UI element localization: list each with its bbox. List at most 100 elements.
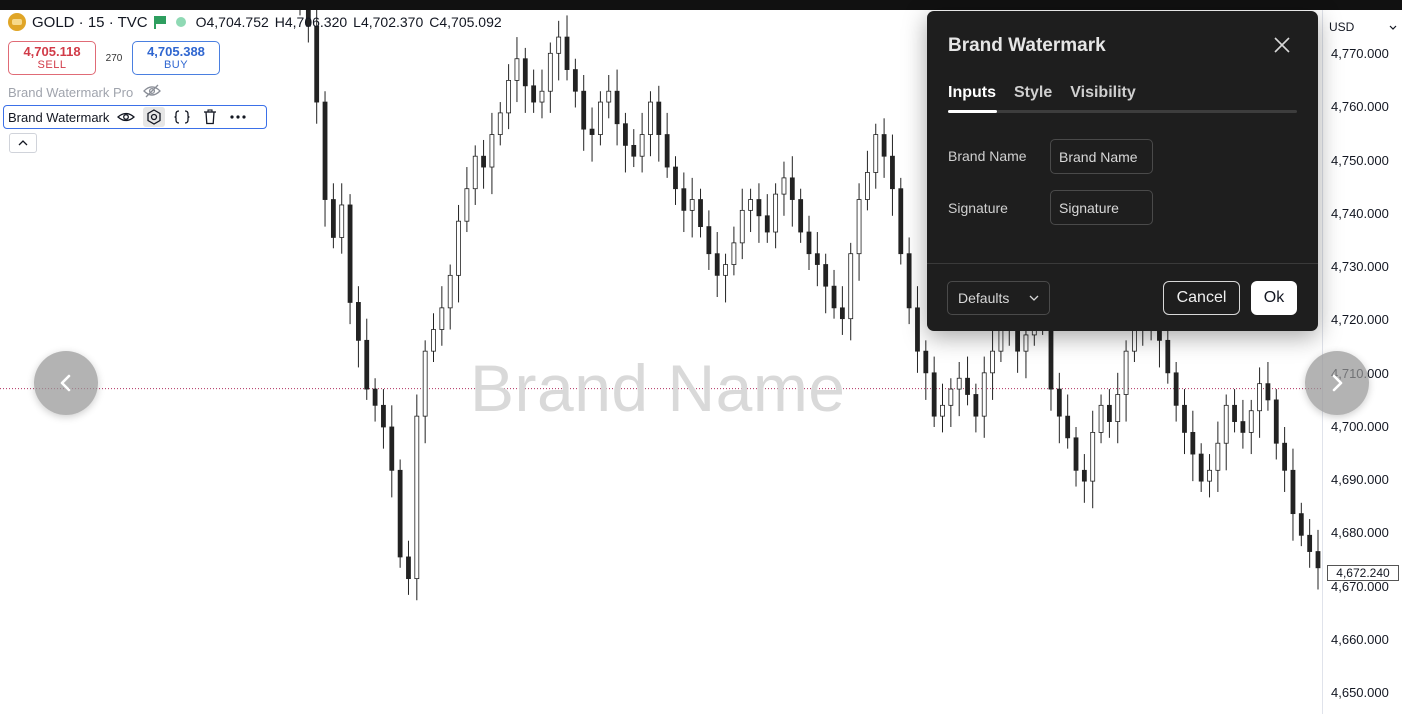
- buy-button[interactable]: 4,705.388 BUY: [132, 41, 220, 75]
- candle: [381, 389, 386, 449]
- candle: [1190, 410, 1196, 482]
- cancel-button[interactable]: Cancel: [1163, 281, 1240, 315]
- candle: [497, 102, 503, 146]
- settings-icon[interactable]: [143, 107, 166, 127]
- candle: [339, 183, 345, 254]
- candle: [664, 112, 670, 178]
- chevron-down-icon: [1029, 295, 1039, 301]
- indicator-pro-name: Brand Watermark Pro: [8, 85, 134, 100]
- candle: [1282, 426, 1288, 492]
- candle: [656, 85, 662, 162]
- chevron-down-icon: [1389, 25, 1397, 30]
- delete-icon[interactable]: [199, 107, 221, 127]
- indicator-settings-dialog: Brand Watermark Inputs Style Visibility …: [927, 11, 1318, 331]
- candle: [606, 74, 612, 119]
- candle: [1215, 421, 1221, 492]
- more-icon[interactable]: [227, 107, 249, 127]
- flag-icon[interactable]: [153, 15, 166, 29]
- candle: [789, 156, 795, 227]
- candle: [1290, 448, 1296, 541]
- candle: [814, 232, 820, 287]
- candle: [923, 340, 929, 400]
- close-button[interactable]: [1270, 33, 1294, 57]
- candle: [714, 232, 720, 298]
- symbol-legend: GOLD · 15 · TVC O4,704.752 H4,706.320 L4…: [8, 13, 502, 31]
- candle: [514, 37, 520, 103]
- candle: [1257, 367, 1262, 438]
- candle: [597, 91, 603, 146]
- candle: [1098, 394, 1104, 444]
- candle: [481, 139, 486, 189]
- candle: [1207, 454, 1212, 498]
- candle: [1307, 519, 1313, 568]
- symbol-title[interactable]: GOLD · 15 · TVC: [32, 14, 148, 31]
- candle: [798, 188, 804, 243]
- low-value: L4,702.370: [353, 14, 424, 30]
- candle: [531, 69, 537, 113]
- candle: [773, 183, 779, 249]
- indicator-legend-pro[interactable]: Brand Watermark Pro: [8, 84, 162, 101]
- chevron-left-icon: [60, 374, 71, 392]
- candle: [881, 118, 887, 178]
- candle: [648, 91, 653, 157]
- candle: [873, 123, 879, 189]
- next-slide-button[interactable]: [1305, 351, 1369, 415]
- candle: [781, 161, 787, 216]
- candle: [848, 242, 854, 341]
- brand-name-input[interactable]: [1050, 139, 1153, 174]
- candle: [1315, 529, 1321, 590]
- candle: [1265, 362, 1271, 411]
- candle: [1298, 502, 1304, 547]
- price-tick: 4,670.000: [1331, 579, 1389, 594]
- candle: [1240, 399, 1246, 449]
- chevron-up-icon: [18, 140, 28, 146]
- market-status-icon: [175, 17, 186, 27]
- close-value: C4,705.092: [429, 14, 502, 30]
- candle: [973, 383, 979, 433]
- candle: [364, 318, 370, 400]
- sell-price: 4,705.118: [23, 43, 81, 59]
- price-tick: 4,700.000: [1331, 419, 1389, 434]
- open-value: O4,704.752: [195, 14, 269, 30]
- candle: [1065, 394, 1071, 449]
- candle: [940, 383, 945, 433]
- eye-hidden-icon[interactable]: [143, 84, 162, 101]
- candle: [631, 129, 637, 168]
- candle: [356, 286, 361, 368]
- tab-visibility[interactable]: Visibility: [1070, 84, 1136, 102]
- candle: [764, 194, 770, 243]
- brand-watermark-text: Brand Name: [470, 351, 846, 425]
- candle: [522, 47, 528, 113]
- signature-input[interactable]: [1050, 190, 1153, 225]
- dialog-title: Brand Watermark: [948, 35, 1106, 56]
- candle: [623, 112, 628, 173]
- candle: [706, 210, 712, 270]
- candle: [756, 183, 762, 243]
- collapse-legend-button[interactable]: [9, 133, 37, 153]
- currency-select[interactable]: USD: [1329, 18, 1397, 36]
- previous-slide-button[interactable]: [34, 351, 98, 415]
- ok-button[interactable]: Ok: [1251, 281, 1297, 315]
- tab-style[interactable]: Style: [1014, 84, 1052, 102]
- candle: [698, 188, 703, 238]
- source-code-icon[interactable]: [171, 107, 193, 127]
- candle: [1173, 362, 1179, 422]
- sell-button[interactable]: 4,705.118 SELL: [8, 41, 96, 75]
- signature-label: Signature: [948, 200, 1008, 216]
- tab-inputs[interactable]: Inputs: [948, 84, 996, 102]
- high-value: H4,706.320: [274, 14, 348, 30]
- candle: [865, 150, 870, 211]
- candle: [406, 540, 411, 595]
- defaults-dropdown[interactable]: Defaults: [947, 281, 1050, 315]
- candle: [723, 253, 728, 303]
- candle: [464, 167, 470, 233]
- candle: [1081, 454, 1087, 503]
- eye-icon[interactable]: [115, 107, 137, 127]
- window-top-strip: [0, 0, 1402, 10]
- candle: [890, 134, 895, 216]
- candle: [422, 340, 428, 444]
- candle: [673, 156, 678, 205]
- indicator-legend-active[interactable]: Brand Watermark: [3, 105, 267, 129]
- candle: [1182, 389, 1187, 455]
- brand-name-label: Brand Name: [948, 148, 1027, 164]
